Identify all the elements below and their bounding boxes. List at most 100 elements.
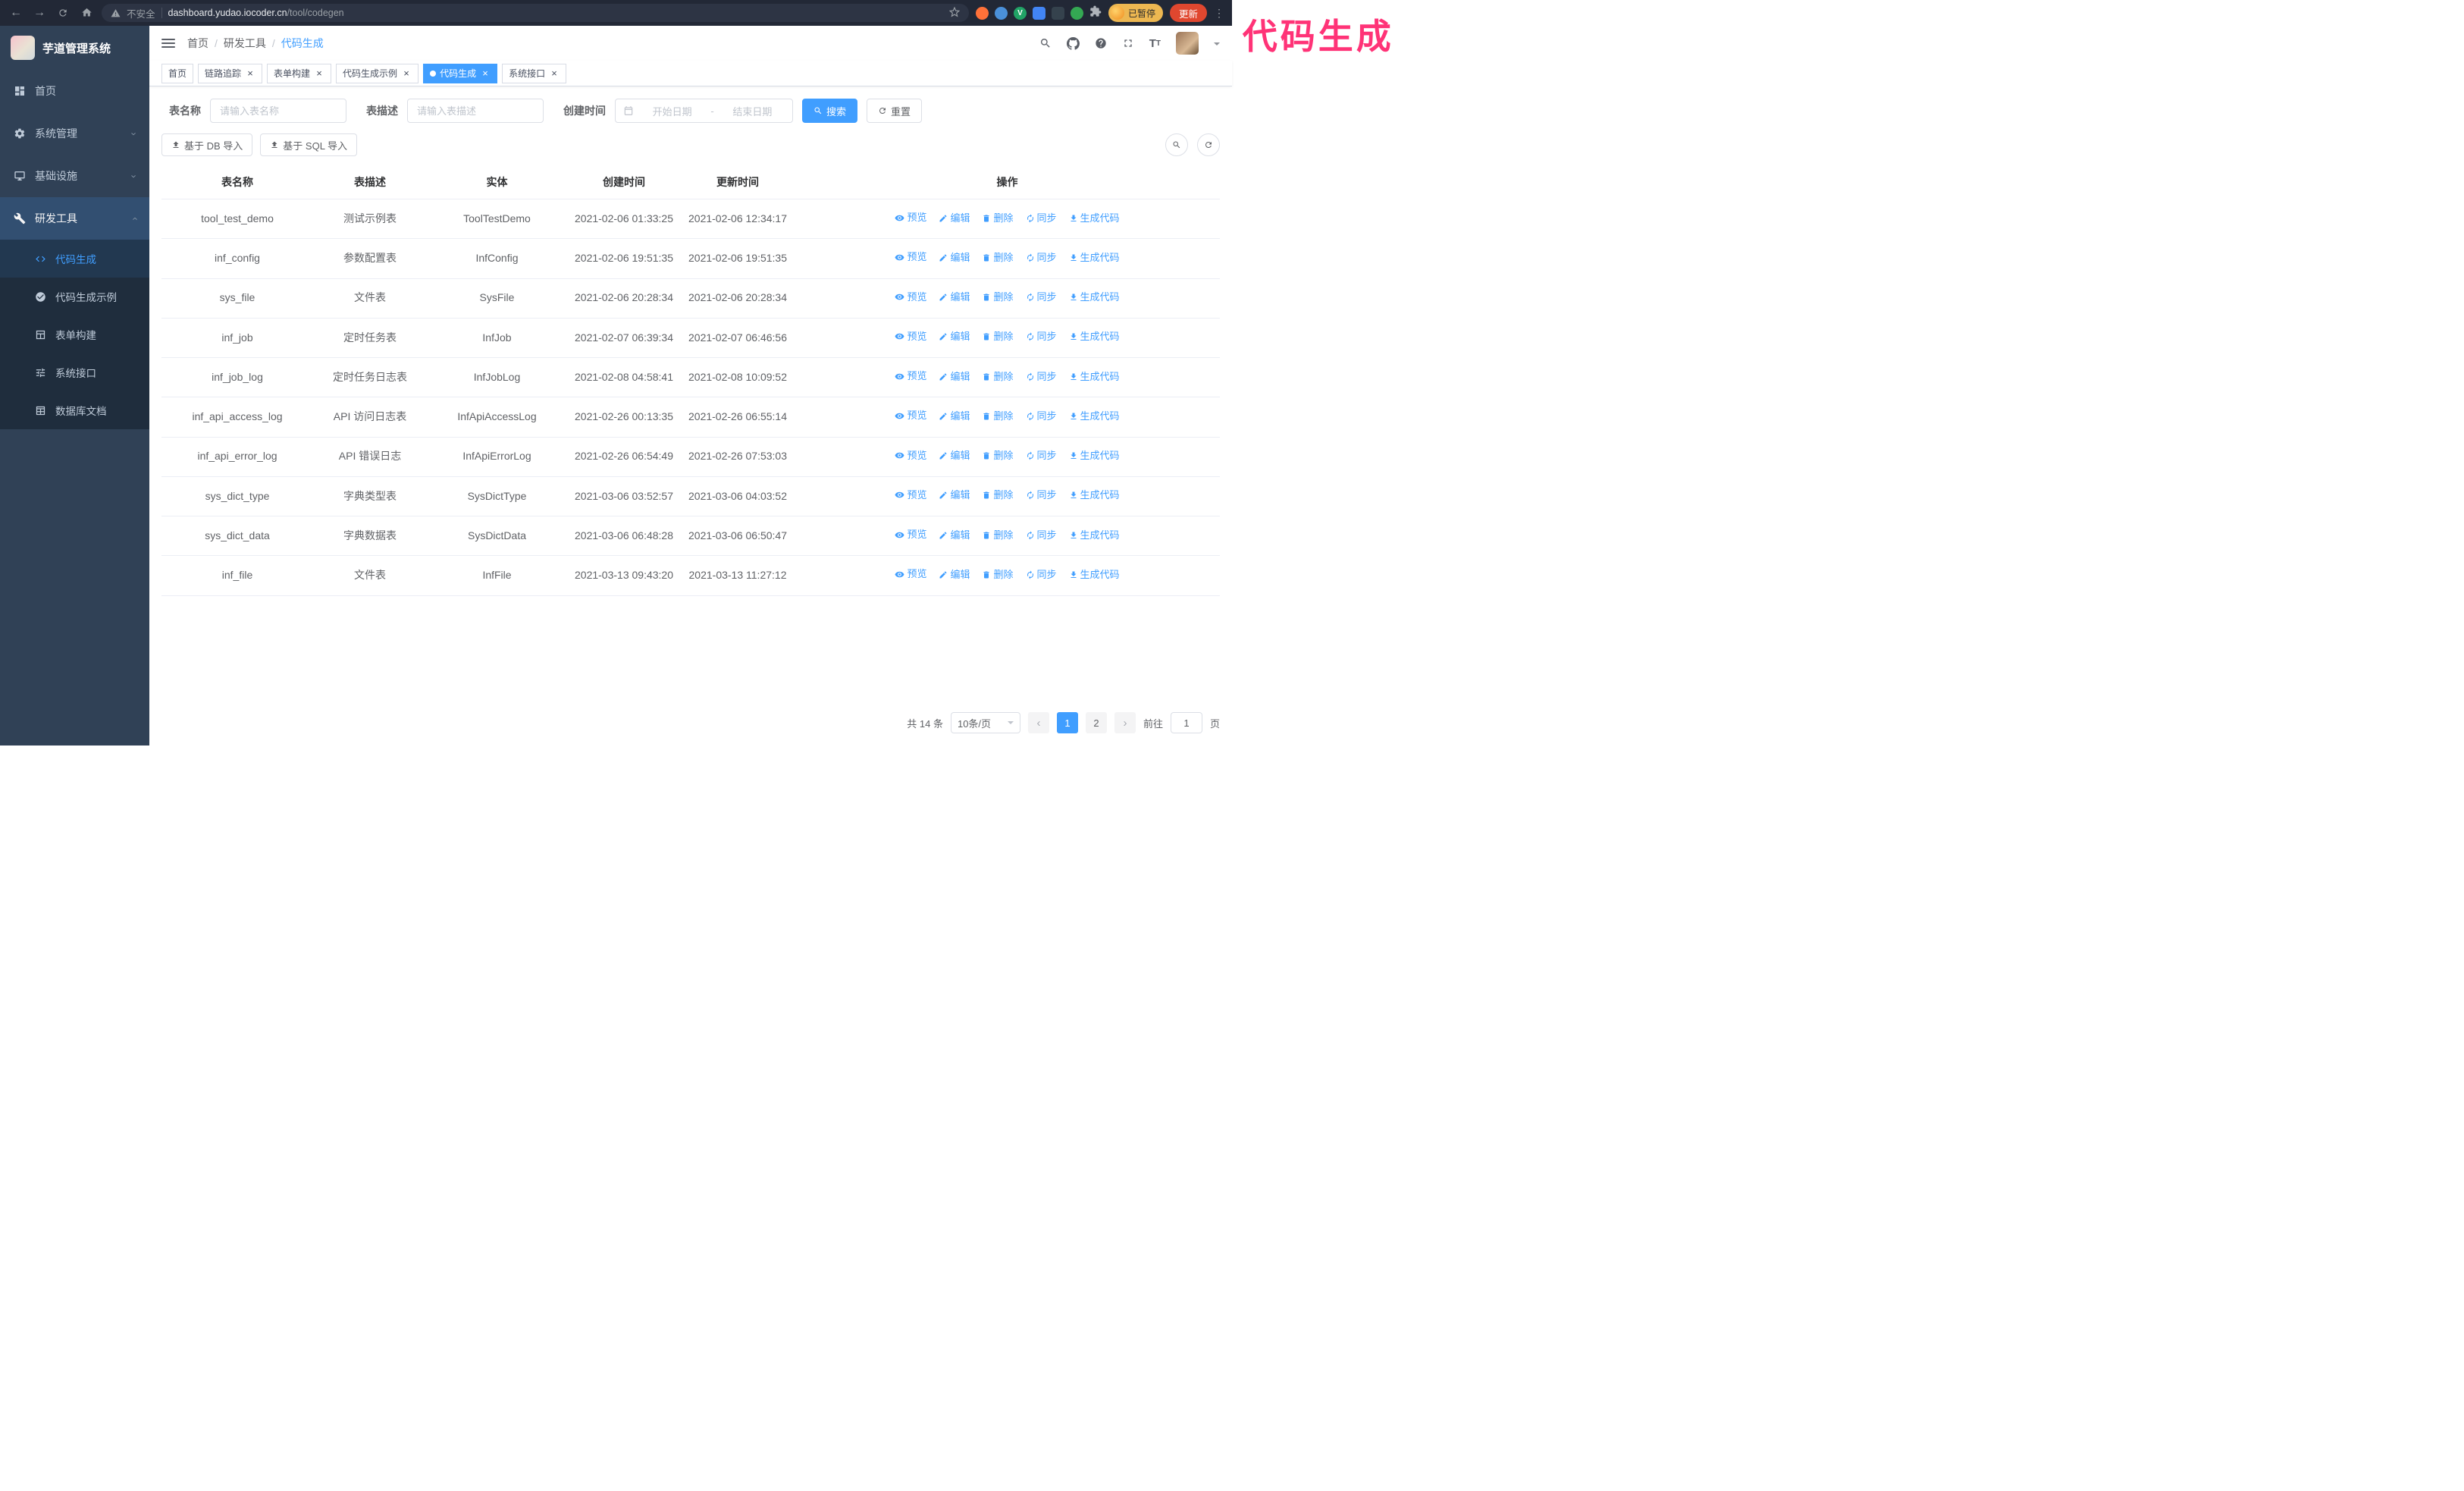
sidebar-item-form-builder[interactable]: 表单构建 (0, 315, 149, 353)
tab-close-icon[interactable]: × (549, 68, 560, 79)
breadcrumb-devtools[interactable]: 研发工具 (224, 36, 266, 51)
row-action-delete[interactable]: 删除 (982, 329, 1014, 344)
row-action-generate[interactable]: 生成代码 (1069, 329, 1120, 344)
tab-close-icon[interactable]: × (314, 68, 324, 79)
row-action-sync[interactable]: 同步 (1026, 250, 1057, 265)
puzzle-extensions-icon[interactable] (1089, 5, 1102, 21)
row-action-generate[interactable]: 生成代码 (1069, 567, 1120, 582)
extension-fox-icon[interactable] (975, 6, 989, 20)
tab-close-icon[interactable]: × (401, 68, 412, 79)
help-icon[interactable] (1095, 37, 1107, 49)
tab[interactable]: 系统接口 × (502, 63, 567, 83)
avatar-caret-icon[interactable] (1214, 42, 1220, 49)
row-action-sync[interactable]: 同步 (1026, 528, 1057, 543)
row-action-delete[interactable]: 删除 (982, 409, 1014, 424)
toggle-search-button[interactable] (1165, 133, 1188, 156)
table-name-input[interactable] (210, 99, 346, 123)
row-action-delete[interactable]: 删除 (982, 290, 1014, 305)
browser-update-button[interactable]: 更新 (1169, 4, 1207, 22)
refresh-table-button[interactable] (1197, 133, 1220, 156)
import-db-button[interactable]: 基于 DB 导入 (161, 133, 253, 156)
extension-dark-icon[interactable] (1051, 6, 1064, 20)
row-action-edit[interactable]: 编辑 (939, 211, 970, 226)
row-action-generate[interactable]: 生成代码 (1069, 528, 1120, 543)
extension-leaf-icon[interactable] (1070, 6, 1083, 20)
extension-v-icon[interactable]: V (1013, 6, 1027, 20)
hamburger-icon[interactable] (161, 39, 175, 48)
reset-button[interactable]: 重置 (867, 99, 923, 123)
row-action-sync[interactable]: 同步 (1026, 290, 1057, 305)
browser-forward-button[interactable]: → (31, 7, 48, 19)
tab[interactable]: 代码生成 × (423, 63, 498, 83)
address-bar[interactable]: 不安全 dashboard.yudao.iocoder.cn/tool/code… (102, 4, 969, 22)
row-action-preview[interactable]: 预览 (895, 369, 926, 384)
row-action-preview[interactable]: 预览 (895, 290, 926, 305)
row-action-delete[interactable]: 删除 (982, 528, 1014, 543)
row-action-sync[interactable]: 同步 (1026, 409, 1057, 424)
tab[interactable]: 链路追踪 × (198, 63, 263, 83)
fullscreen-icon[interactable] (1122, 37, 1134, 49)
row-action-sync[interactable]: 同步 (1026, 369, 1057, 385)
row-action-preview[interactable]: 预览 (895, 567, 926, 582)
tab[interactable]: 表单构建 × (267, 63, 332, 83)
row-action-delete[interactable]: 删除 (982, 211, 1014, 226)
row-action-delete[interactable]: 删除 (982, 567, 1014, 582)
row-action-generate[interactable]: 生成代码 (1069, 448, 1120, 463)
next-page-button[interactable]: › (1114, 712, 1136, 733)
extension-people-icon[interactable] (1032, 6, 1045, 20)
row-action-generate[interactable]: 生成代码 (1069, 409, 1120, 424)
row-action-preview[interactable]: 预览 (895, 448, 926, 463)
date-range-picker[interactable]: 开始日期 - 结束日期 (615, 99, 793, 123)
row-action-edit[interactable]: 编辑 (939, 290, 970, 305)
row-action-edit[interactable]: 编辑 (939, 329, 970, 344)
page-button-2[interactable]: 2 (1085, 712, 1107, 733)
font-size-icon[interactable]: TT (1149, 37, 1161, 50)
user-avatar[interactable] (1176, 32, 1199, 55)
row-action-delete[interactable]: 删除 (982, 488, 1014, 503)
search-icon[interactable] (1039, 37, 1052, 49)
row-action-edit[interactable]: 编辑 (939, 567, 970, 582)
row-action-delete[interactable]: 删除 (982, 448, 1014, 463)
browser-reload-button[interactable] (55, 7, 71, 19)
row-action-preview[interactable]: 预览 (895, 210, 926, 225)
tab[interactable]: 代码生成示例 × (336, 63, 419, 83)
row-action-edit[interactable]: 编辑 (939, 250, 970, 265)
tab-close-icon[interactable]: × (480, 68, 491, 79)
row-action-delete[interactable]: 删除 (982, 250, 1014, 265)
row-action-sync[interactable]: 同步 (1026, 448, 1057, 463)
page-button-1[interactable]: 1 (1056, 712, 1078, 733)
browser-back-button[interactable]: ← (8, 7, 24, 19)
browser-profile-chip[interactable]: 已暂停 (1108, 4, 1163, 22)
sidebar-item-db-doc[interactable]: 数据库文档 (0, 391, 149, 429)
row-action-preview[interactable]: 预览 (895, 329, 926, 344)
tab[interactable]: 首页 (161, 63, 194, 83)
goto-page-input[interactable] (1170, 712, 1202, 733)
row-action-delete[interactable]: 删除 (982, 369, 1014, 385)
row-action-generate[interactable]: 生成代码 (1069, 250, 1120, 265)
breadcrumb-home[interactable]: 首页 (187, 36, 208, 51)
row-action-edit[interactable]: 编辑 (939, 409, 970, 424)
row-action-edit[interactable]: 编辑 (939, 448, 970, 463)
sidebar-item-codegen[interactable]: 代码生成 (0, 240, 149, 278)
row-action-preview[interactable]: 预览 (895, 527, 926, 542)
row-action-generate[interactable]: 生成代码 (1069, 290, 1120, 305)
row-action-generate[interactable]: 生成代码 (1069, 211, 1120, 226)
row-action-sync[interactable]: 同步 (1026, 211, 1057, 226)
browser-menu-icon[interactable]: ⋮ (1214, 7, 1224, 20)
tab-close-icon[interactable]: × (245, 68, 255, 79)
sidebar-item-devtools[interactable]: 研发工具 › (0, 197, 149, 240)
row-action-edit[interactable]: 编辑 (939, 488, 970, 503)
sidebar-item-infra[interactable]: 基础设施 › (0, 155, 149, 197)
sidebar-item-codegen-example[interactable]: 代码生成示例 (0, 278, 149, 315)
sidebar-item-home[interactable]: 首页 (0, 70, 149, 112)
row-action-sync[interactable]: 同步 (1026, 488, 1057, 503)
row-action-edit[interactable]: 编辑 (939, 528, 970, 543)
row-action-edit[interactable]: 编辑 (939, 369, 970, 385)
row-action-generate[interactable]: 生成代码 (1069, 488, 1120, 503)
row-action-preview[interactable]: 预览 (895, 250, 926, 265)
row-action-preview[interactable]: 预览 (895, 488, 926, 503)
sidebar-item-api[interactable]: 系统接口 (0, 353, 149, 391)
bookmark-star-icon[interactable] (948, 6, 961, 20)
prev-page-button[interactable]: ‹ (1027, 712, 1049, 733)
row-action-preview[interactable]: 预览 (895, 408, 926, 423)
